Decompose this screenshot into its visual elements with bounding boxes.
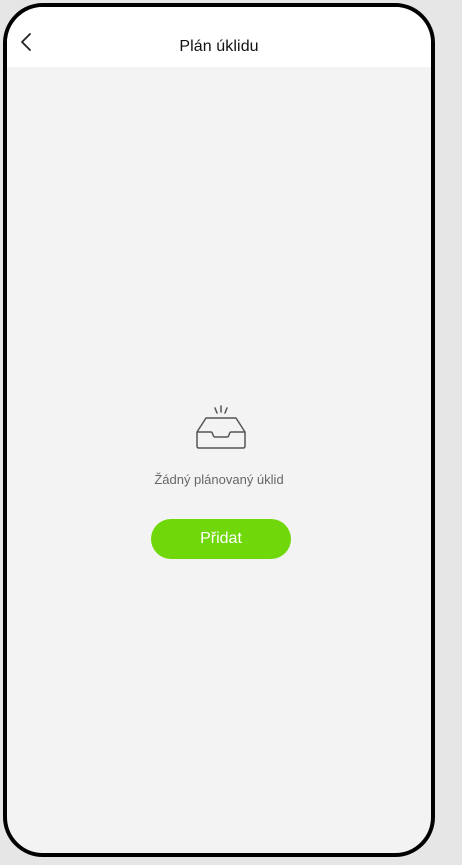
add-button[interactable]: Přidat bbox=[151, 519, 291, 559]
phone-frame: Plán úklidu Žádný plánovaný úklid Přidat bbox=[3, 3, 435, 857]
empty-inbox-icon bbox=[192, 404, 250, 452]
page-title: Plán úklidu bbox=[179, 38, 259, 55]
empty-state-message: Žádný plánovaný úklid bbox=[154, 472, 284, 487]
top-bar: Plán úklidu bbox=[7, 7, 431, 67]
